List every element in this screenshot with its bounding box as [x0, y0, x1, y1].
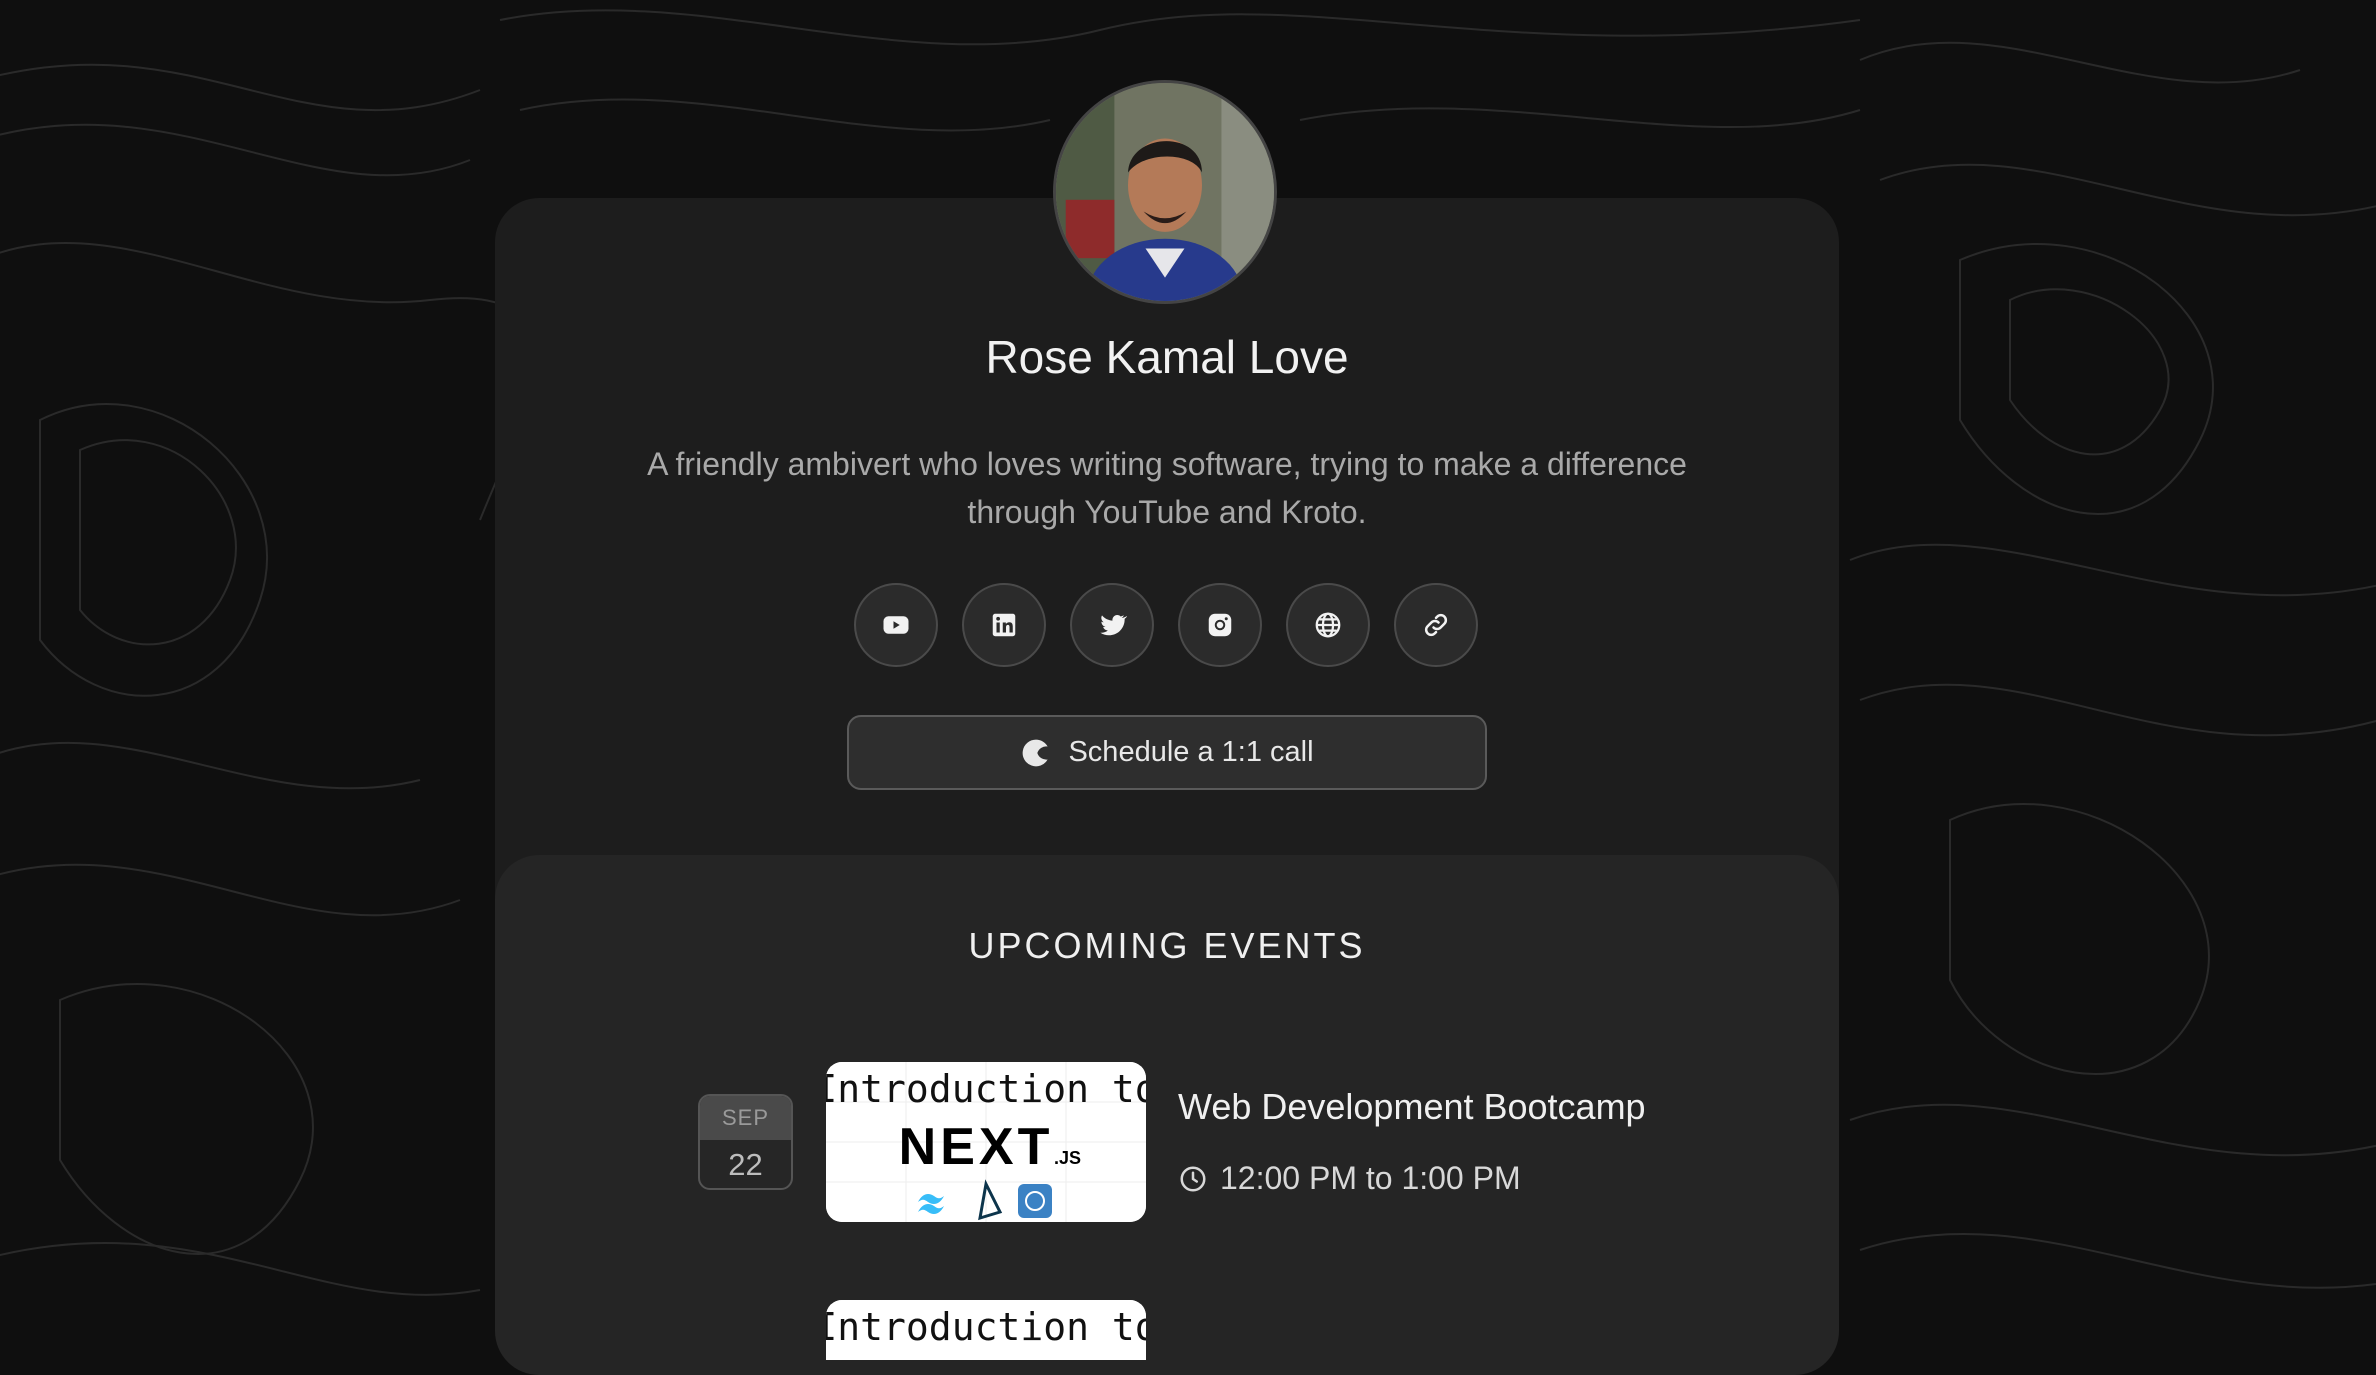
event-thumbnail[interactable]: Introduction to NEXT .JS	[826, 1062, 1146, 1222]
website-button[interactable]	[1286, 583, 1370, 667]
linkedin-icon	[992, 613, 1016, 637]
globe-icon	[1315, 612, 1341, 638]
instagram-icon	[1208, 613, 1232, 637]
event-time: 12:00 PM to 1:00 PM	[1178, 1160, 1521, 1197]
thumbnail-intro-text: Introduction to	[826, 1067, 1146, 1111]
event-day: 22	[728, 1147, 763, 1182]
social-links	[854, 583, 1480, 667]
event-date-badge: SEP 22	[698, 1094, 793, 1190]
database-icon	[1018, 1184, 1052, 1218]
next-thumbnail-text: Introduction to	[826, 1305, 1146, 1349]
thumbnail-next-text: NEXT	[899, 1118, 1054, 1176]
event-item[interactable]: SEP 22 Introduction to NEXT .JS Web Deve…	[698, 1062, 1698, 1224]
clock-icon	[1180, 1166, 1206, 1191]
event-time-text: 12:00 PM to 1:00 PM	[1220, 1160, 1521, 1196]
twitter-button[interactable]	[1070, 583, 1154, 667]
schedule-call-button[interactable]: Schedule a 1:1 call	[847, 715, 1487, 790]
twitter-icon	[1100, 615, 1127, 636]
avatar	[1053, 80, 1277, 304]
linkedin-button[interactable]	[962, 583, 1046, 667]
event-month: SEP	[700, 1096, 791, 1140]
kroto-logo-icon	[1023, 739, 1049, 766]
schedule-call-label: Schedule a 1:1 call	[1068, 736, 1314, 768]
link-button[interactable]	[1394, 583, 1478, 667]
link-icon	[1424, 613, 1448, 637]
upcoming-events-heading: UPCOMING EVENTS	[968, 925, 1366, 966]
profile-name: Rose Kamal Love	[985, 331, 1349, 383]
thumbnail-js-text: .JS	[1054, 1148, 1081, 1168]
instagram-button[interactable]	[1178, 583, 1262, 667]
youtube-button[interactable]	[854, 583, 938, 667]
profile-bio: A friendly ambivert who loves writing so…	[647, 446, 1687, 530]
next-event-thumbnail[interactable]: Introduction to	[826, 1300, 1146, 1360]
youtube-icon	[883, 616, 909, 634]
event-title[interactable]: Web Development Bootcamp	[1178, 1086, 1646, 1128]
